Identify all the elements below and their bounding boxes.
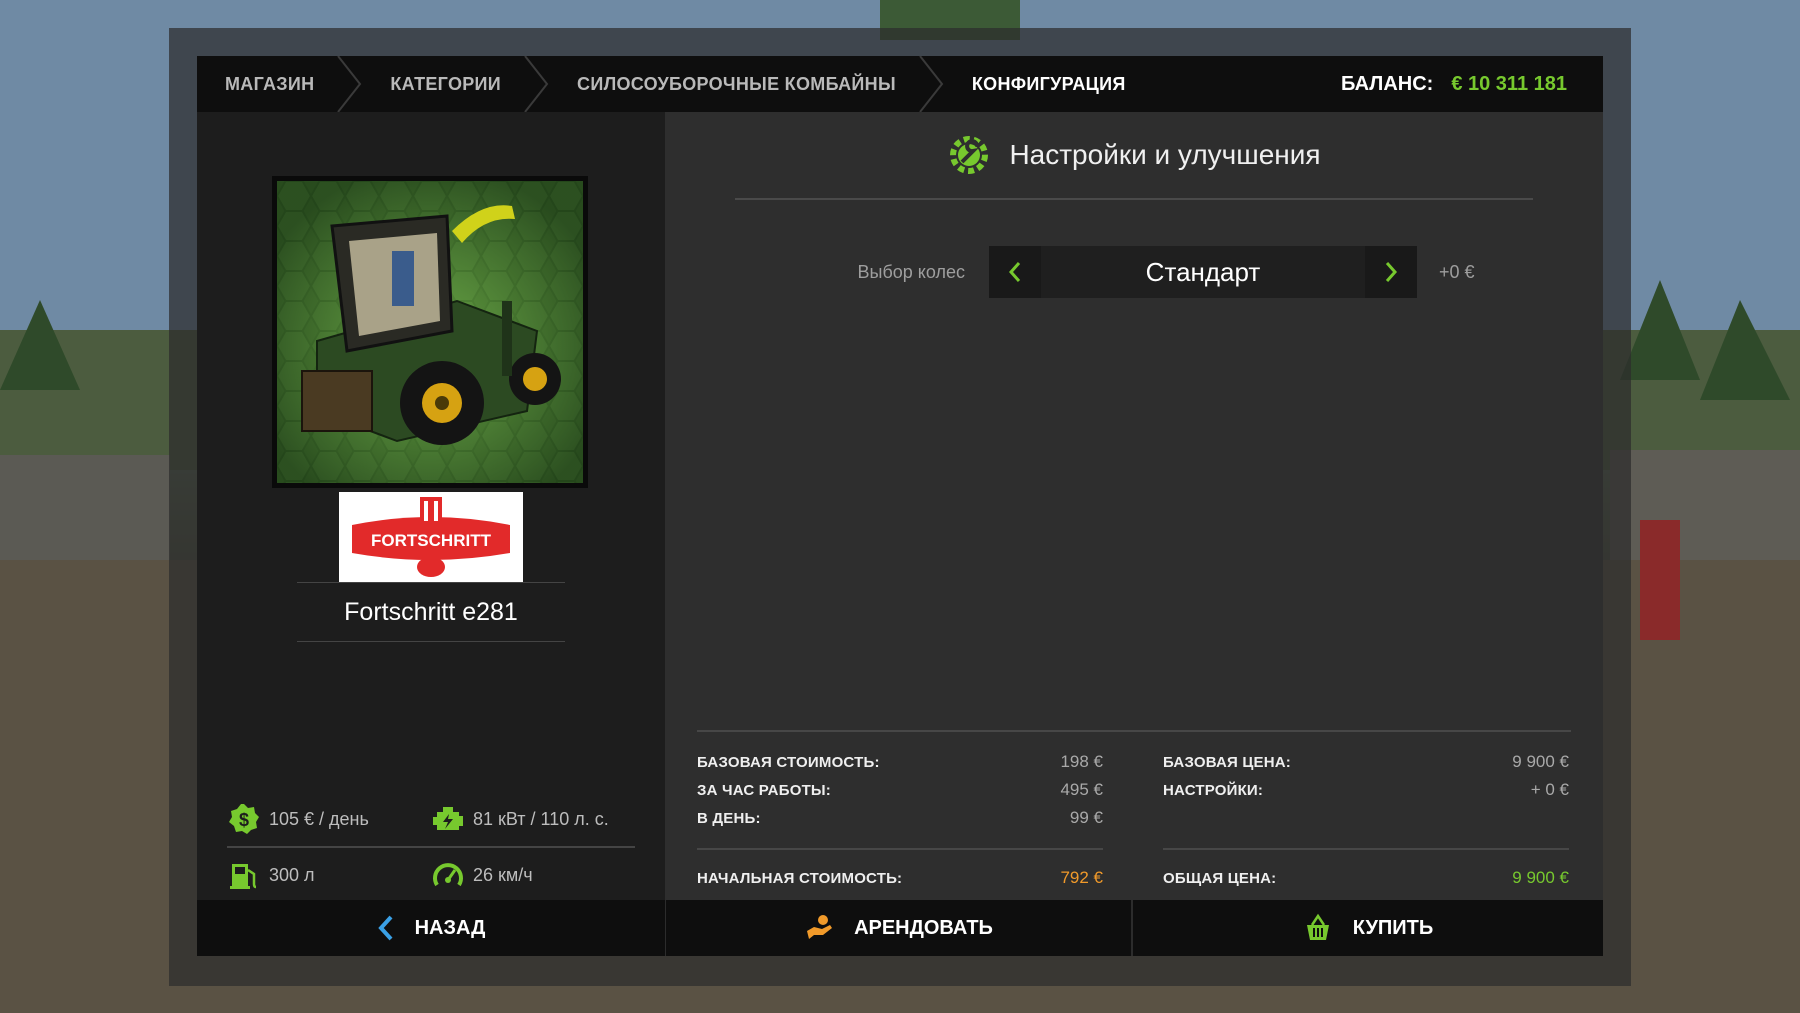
svg-text:$: $ xyxy=(239,810,249,830)
spec-value: 105 € / день xyxy=(269,808,369,829)
breadcrumb-separator-icon xyxy=(524,56,549,112)
buy-button-label: КУПИТЬ xyxy=(1352,916,1434,939)
breadcrumb-label: МАГАЗИН xyxy=(225,73,315,94)
back-button[interactable]: НАЗАД xyxy=(197,900,665,956)
breadcrumb-configuration: КОНФИГУРАЦИЯ xyxy=(944,56,1148,112)
summary-value: 198 € xyxy=(1060,752,1103,771)
summary-value: 99 € xyxy=(1069,808,1103,827)
spec-row: $ 105 € / день 81 кВт / 110 л. с. xyxy=(227,792,635,848)
summary-line: БАЗОВАЯ СТОИМОСТЬ: 198 € xyxy=(697,748,1103,776)
spec-value: 26 км/ч xyxy=(473,864,533,885)
rent-summary: БАЗОВАЯ СТОИМОСТЬ: 198 € ЗА ЧАС РАБОТЫ: … xyxy=(697,748,1103,892)
summary-divider xyxy=(697,848,1103,850)
top-bar: МАГАЗИН КАТЕГОРИИ СИЛОСОУБОРОЧНЫЕ КОМБАЙ… xyxy=(197,56,1603,112)
lease-hand-icon xyxy=(807,915,833,939)
configuration-column: Настройки и улучшения Выбор колес Станда… xyxy=(665,112,1603,900)
vehicle-specs: $ 105 € / день 81 кВт / 110 л. с. 300 л … xyxy=(227,792,635,904)
spec-speed: 26 км/ч xyxy=(431,858,635,892)
shop-config-panel: МАГАЗИН КАТЕГОРИИ СИЛОСОУБОРОЧНЫЕ КОМБАЙ… xyxy=(197,56,1603,956)
vehicle-image xyxy=(272,176,588,488)
section-header: Настройки и улучшения xyxy=(735,112,1533,200)
fuel-pump-icon xyxy=(230,864,257,889)
vehicle-info-column: FORTSCHRITT Fortschritt e281 $ 105 € / д… xyxy=(197,112,665,904)
summary-value: 9 900 € xyxy=(1512,752,1569,771)
brand-logo-text: FORTSCHRITT xyxy=(371,531,492,550)
summary-line xyxy=(1163,804,1569,832)
config-label: Выбор колес xyxy=(857,261,965,282)
wheels-selected-value: Стандарт xyxy=(1145,256,1261,287)
price-summary: БАЗОВАЯ СТОИМОСТЬ: 198 € ЗА ЧАС РАБОТЫ: … xyxy=(697,730,1571,887)
balance-label: БАЛАНС: xyxy=(1340,72,1434,95)
summary-key: ОБЩАЯ ЦЕНА: xyxy=(1163,869,1277,887)
back-button-label: НАЗАД xyxy=(414,916,486,939)
buy-summary: БАЗОВАЯ ЦЕНА: 9 900 € НАСТРОЙКИ: + 0 € О… xyxy=(1163,748,1569,892)
config-price: +0 € xyxy=(1439,261,1475,282)
wheels-prev-button[interactable] xyxy=(989,246,1041,298)
section-title: Настройки и улучшения xyxy=(1009,139,1321,170)
total-price-value: 9 900 € xyxy=(1512,868,1569,887)
breadcrumb-label: КОНФИГУРАЦИЯ xyxy=(971,73,1126,94)
summary-value: 495 € xyxy=(1060,780,1103,799)
buy-button[interactable]: КУПИТЬ xyxy=(1133,900,1603,956)
summary-key: ЗА ЧАС РАБОТЫ: xyxy=(697,781,832,799)
summary-line: НАСТРОЙКИ: + 0 € xyxy=(1163,776,1569,804)
summary-line: ЗА ЧАС РАБОТЫ: 495 € xyxy=(697,776,1103,804)
balance-display: БАЛАНС: € 10 311 181 xyxy=(1341,56,1567,112)
breadcrumb-categories[interactable]: КАТЕГОРИИ xyxy=(362,56,523,112)
breadcrumb-shop[interactable]: МАГАЗИН xyxy=(197,56,336,112)
spec-value: 81 кВт / 110 л. с. xyxy=(473,808,609,829)
rent-button[interactable]: АРЕНДОВАТЬ xyxy=(666,900,1131,956)
balance-value: € 10 311 181 xyxy=(1451,72,1567,95)
summary-key: БАЗОВАЯ СТОИМОСТЬ: xyxy=(697,753,880,771)
breadcrumb-separator-icon xyxy=(337,56,362,112)
breadcrumb-label: СИЛОСОУБОРОЧНЫЕ КОМБАЙНЫ xyxy=(577,73,896,94)
breadcrumb-label: КАТЕГОРИИ xyxy=(390,73,502,94)
config-row-wheels: Выбор колес Стандарт +0 € xyxy=(665,246,1603,298)
spec-row: 300 л 26 км/ч xyxy=(227,848,635,904)
vehicle-name: Fortschritt e281 xyxy=(297,582,565,642)
money-icon: $ xyxy=(229,804,259,834)
speedometer-icon xyxy=(433,863,463,887)
brand-logo: FORTSCHRITT xyxy=(339,492,523,582)
initial-cost-value: 792 € xyxy=(1060,868,1103,887)
spec-cost-per-day: $ 105 € / день xyxy=(227,802,431,836)
wheels-next-button[interactable] xyxy=(1365,246,1417,298)
chevron-left-icon xyxy=(377,915,393,941)
breadcrumb-forage-harvesters[interactable]: СИЛОСОУБОРОЧНЫЕ КОМБАЙНЫ xyxy=(549,56,918,112)
summary-key: БАЗОВАЯ ЦЕНА: xyxy=(1163,753,1291,771)
breadcrumb-separator-icon xyxy=(919,56,944,112)
summary-key: НАСТРОЙКИ: xyxy=(1163,781,1264,799)
chevron-left-icon xyxy=(1008,262,1021,282)
summary-value: + 0 € xyxy=(1530,780,1569,799)
spec-fuel: 300 л xyxy=(227,858,431,892)
basket-icon xyxy=(1306,913,1329,940)
fortschritt-logo-icon: FORTSCHRITT xyxy=(352,497,510,577)
summary-line: В ДЕНЬ: 99 € xyxy=(697,804,1103,832)
spec-value: 300 л xyxy=(269,864,315,885)
summary-total-line: НАЧАЛЬНАЯ СТОИМОСТЬ: 792 € xyxy=(697,864,1103,892)
chevron-right-icon xyxy=(1385,262,1398,282)
summary-key: В ДЕНЬ: xyxy=(697,809,761,827)
summary-line: БАЗОВАЯ ЦЕНА: 9 900 € xyxy=(1163,748,1569,776)
wheels-selector[interactable]: Стандарт xyxy=(989,246,1417,298)
engine-icon xyxy=(433,807,463,830)
wrench-gear-icon xyxy=(950,136,989,174)
spec-power: 81 кВт / 110 л. с. xyxy=(431,802,635,836)
rent-button-label: АРЕНДОВАТЬ xyxy=(854,916,993,939)
forage-harvester-illustration xyxy=(277,181,583,483)
summary-total-line: ОБЩАЯ ЦЕНА: 9 900 € xyxy=(1163,864,1569,892)
summary-key: НАЧАЛЬНАЯ СТОИМОСТЬ: xyxy=(697,869,903,887)
summary-divider xyxy=(1163,848,1569,850)
